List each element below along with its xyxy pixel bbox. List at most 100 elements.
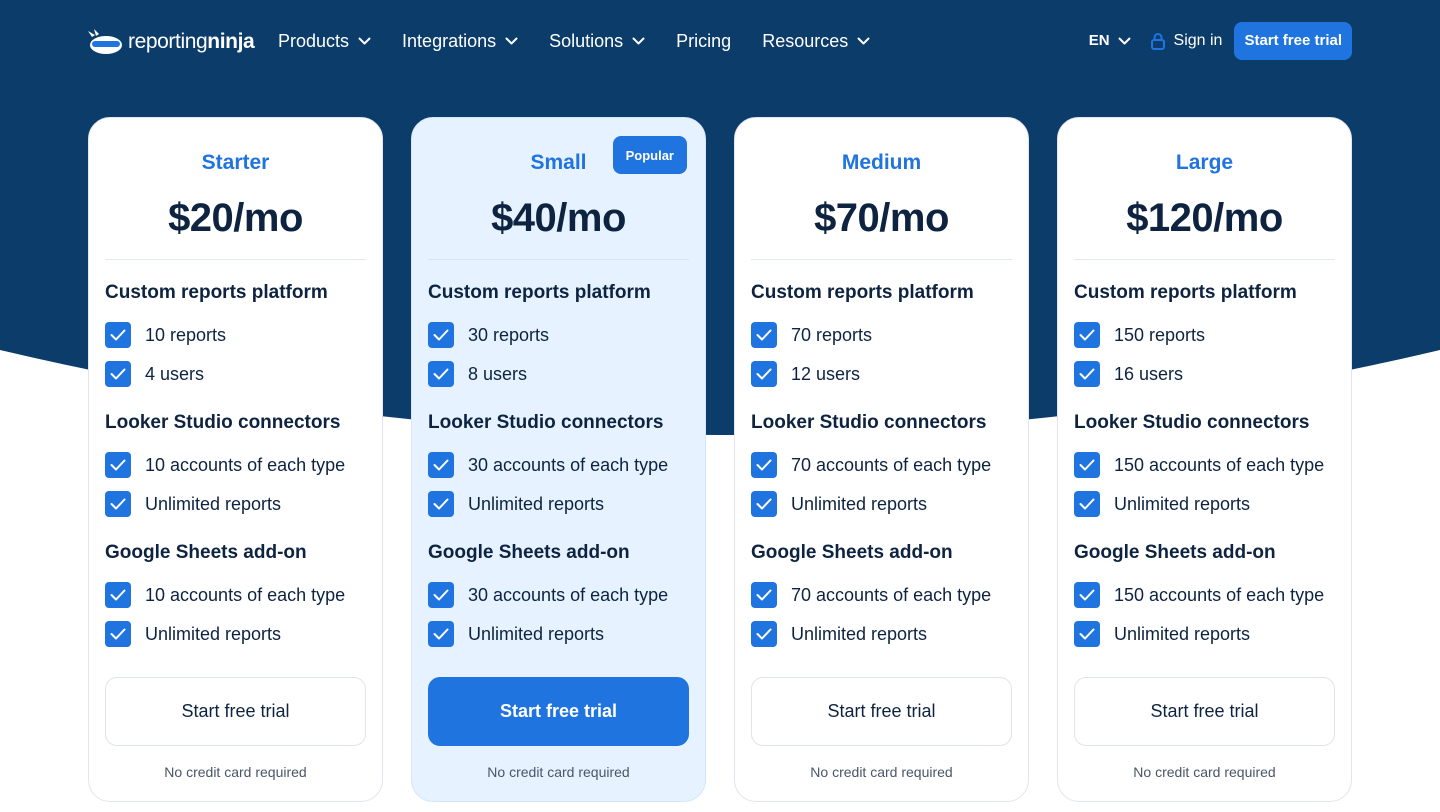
section-title: Looker Studio connectors bbox=[428, 412, 664, 433]
checkbox-checked-icon bbox=[428, 582, 454, 608]
checkbox-checked-icon bbox=[1074, 361, 1100, 387]
feature-item: Unlimited reports bbox=[1074, 621, 1335, 647]
feature-item: 4 users bbox=[105, 361, 366, 387]
feature-item: Unlimited reports bbox=[105, 491, 366, 517]
section-title: Custom reports platform bbox=[751, 282, 974, 303]
plan-card-medium: Medium $70/mo Custom reports platform 70… bbox=[734, 117, 1029, 802]
feature-item: 10 reports bbox=[105, 322, 366, 348]
checkbox-checked-icon bbox=[105, 621, 131, 647]
divider bbox=[751, 259, 1012, 260]
checkbox-checked-icon bbox=[428, 322, 454, 348]
checkbox-checked-icon bbox=[751, 582, 777, 608]
checkbox-checked-icon bbox=[428, 361, 454, 387]
section-title: Google Sheets add-on bbox=[105, 542, 307, 563]
section-title: Google Sheets add-on bbox=[1074, 542, 1276, 563]
feature-section: Custom reports platform 70 reports 12 us… bbox=[751, 281, 1012, 387]
plan-name: Large bbox=[1175, 151, 1234, 174]
feature-item: 30 accounts of each type bbox=[428, 452, 689, 478]
checkbox-checked-icon bbox=[428, 621, 454, 647]
feature-section: Google Sheets add-on 150 accounts of eac… bbox=[1074, 541, 1335, 647]
start-free-trial-button[interactable]: Start free trial bbox=[1234, 21, 1352, 60]
feature-item: Unlimited reports bbox=[1074, 491, 1335, 517]
no-credit-card-note: No credit card required bbox=[810, 764, 953, 780]
nav-item-integrations[interactable]: Integrations bbox=[402, 31, 518, 52]
nav-actions: EN Sign in Start free trial bbox=[1089, 21, 1352, 60]
brand-logo[interactable]: reportingninja bbox=[88, 26, 255, 58]
start-free-trial-button[interactable]: Start free trial bbox=[751, 677, 1012, 746]
plan-price: $120/mo bbox=[1126, 196, 1283, 240]
feature-item: Unlimited reports bbox=[105, 621, 366, 647]
chevron-down-icon bbox=[857, 37, 870, 45]
feature-section: Google Sheets add-on 30 accounts of each… bbox=[428, 541, 689, 647]
feature-section: Looker Studio connectors 10 accounts of … bbox=[105, 411, 366, 517]
chevron-down-icon bbox=[1118, 37, 1131, 44]
feature-item: 150 accounts of each type bbox=[1074, 582, 1335, 608]
checkbox-checked-icon bbox=[105, 361, 131, 387]
checkbox-checked-icon bbox=[1074, 621, 1100, 647]
checkbox-checked-icon bbox=[105, 491, 131, 517]
start-free-trial-button[interactable]: Start free trial bbox=[1074, 677, 1335, 746]
nav-item-pricing[interactable]: Pricing bbox=[676, 31, 731, 52]
plan-price: $40/mo bbox=[491, 196, 626, 240]
feature-item: 150 accounts of each type bbox=[1074, 452, 1335, 478]
plan-name: Medium bbox=[841, 151, 922, 174]
feature-item: 12 users bbox=[751, 361, 1012, 387]
feature-item: Unlimited reports bbox=[428, 491, 689, 517]
sign-in-link[interactable]: Sign in bbox=[1150, 32, 1222, 50]
feature-section: Custom reports platform 30 reports 8 use… bbox=[428, 281, 689, 387]
lock-icon bbox=[1150, 32, 1165, 50]
section-title: Looker Studio connectors bbox=[1074, 412, 1310, 433]
plan-card-large: Large $120/mo Custom reports platform 15… bbox=[1057, 117, 1352, 802]
feature-item: Unlimited reports bbox=[751, 621, 1012, 647]
checkbox-checked-icon bbox=[751, 322, 777, 348]
no-credit-card-note: No credit card required bbox=[1133, 764, 1276, 780]
feature-item: 30 accounts of each type bbox=[428, 582, 689, 608]
section-title: Google Sheets add-on bbox=[428, 542, 630, 563]
divider bbox=[428, 259, 689, 260]
checkbox-checked-icon bbox=[428, 452, 454, 478]
checkbox-checked-icon bbox=[1074, 322, 1100, 348]
checkbox-checked-icon bbox=[428, 491, 454, 517]
section-title: Custom reports platform bbox=[105, 282, 328, 303]
feature-item: 150 reports bbox=[1074, 322, 1335, 348]
plan-card-small: Popular Small $40/mo Custom reports plat… bbox=[411, 117, 706, 802]
feature-item: 70 accounts of each type bbox=[751, 452, 1012, 478]
start-free-trial-button[interactable]: Start free trial bbox=[105, 677, 366, 746]
divider bbox=[105, 259, 366, 260]
feature-item: 16 users bbox=[1074, 361, 1335, 387]
section-title: Custom reports platform bbox=[1074, 282, 1297, 303]
feature-section: Google Sheets add-on 10 accounts of each… bbox=[105, 541, 366, 647]
nav-item-resources[interactable]: Resources bbox=[762, 31, 870, 52]
feature-item: 10 accounts of each type bbox=[105, 452, 366, 478]
feature-item: 70 reports bbox=[751, 322, 1012, 348]
nav-item-solutions[interactable]: Solutions bbox=[549, 31, 645, 52]
plan-price: $20/mo bbox=[168, 196, 303, 240]
plan-card-starter: Starter $20/mo Custom reports platform 1… bbox=[88, 117, 383, 802]
section-title: Looker Studio connectors bbox=[105, 412, 341, 433]
checkbox-checked-icon bbox=[105, 452, 131, 478]
feature-item: 10 accounts of each type bbox=[105, 582, 366, 608]
plan-price: $70/mo bbox=[814, 196, 949, 240]
section-title: Custom reports platform bbox=[428, 282, 651, 303]
feature-section: Looker Studio connectors 70 accounts of … bbox=[751, 411, 1012, 517]
no-credit-card-note: No credit card required bbox=[164, 764, 307, 780]
feature-item: 8 users bbox=[428, 361, 689, 387]
plan-name: Starter bbox=[201, 151, 270, 174]
nav-item-products[interactable]: Products bbox=[278, 31, 371, 52]
feature-section: Custom reports platform 150 reports 16 u… bbox=[1074, 281, 1335, 387]
language-selector[interactable]: EN bbox=[1089, 32, 1131, 49]
feature-item: 70 accounts of each type bbox=[751, 582, 1012, 608]
divider bbox=[1074, 259, 1335, 260]
pricing-cards: Starter $20/mo Custom reports platform 1… bbox=[88, 117, 1352, 802]
chevron-down-icon bbox=[358, 37, 371, 45]
checkbox-checked-icon bbox=[105, 322, 131, 348]
top-navigation: reportingninja Products Integrations Sol… bbox=[0, 0, 1440, 82]
chevron-down-icon bbox=[505, 37, 518, 45]
feature-item: Unlimited reports bbox=[428, 621, 689, 647]
feature-section: Google Sheets add-on 70 accounts of each… bbox=[751, 541, 1012, 647]
checkbox-checked-icon bbox=[751, 361, 777, 387]
brand-wordmark: reportingninja bbox=[128, 30, 255, 53]
section-title: Looker Studio connectors bbox=[751, 412, 987, 433]
start-free-trial-button[interactable]: Start free trial bbox=[428, 677, 689, 746]
feature-section: Looker Studio connectors 150 accounts of… bbox=[1074, 411, 1335, 517]
